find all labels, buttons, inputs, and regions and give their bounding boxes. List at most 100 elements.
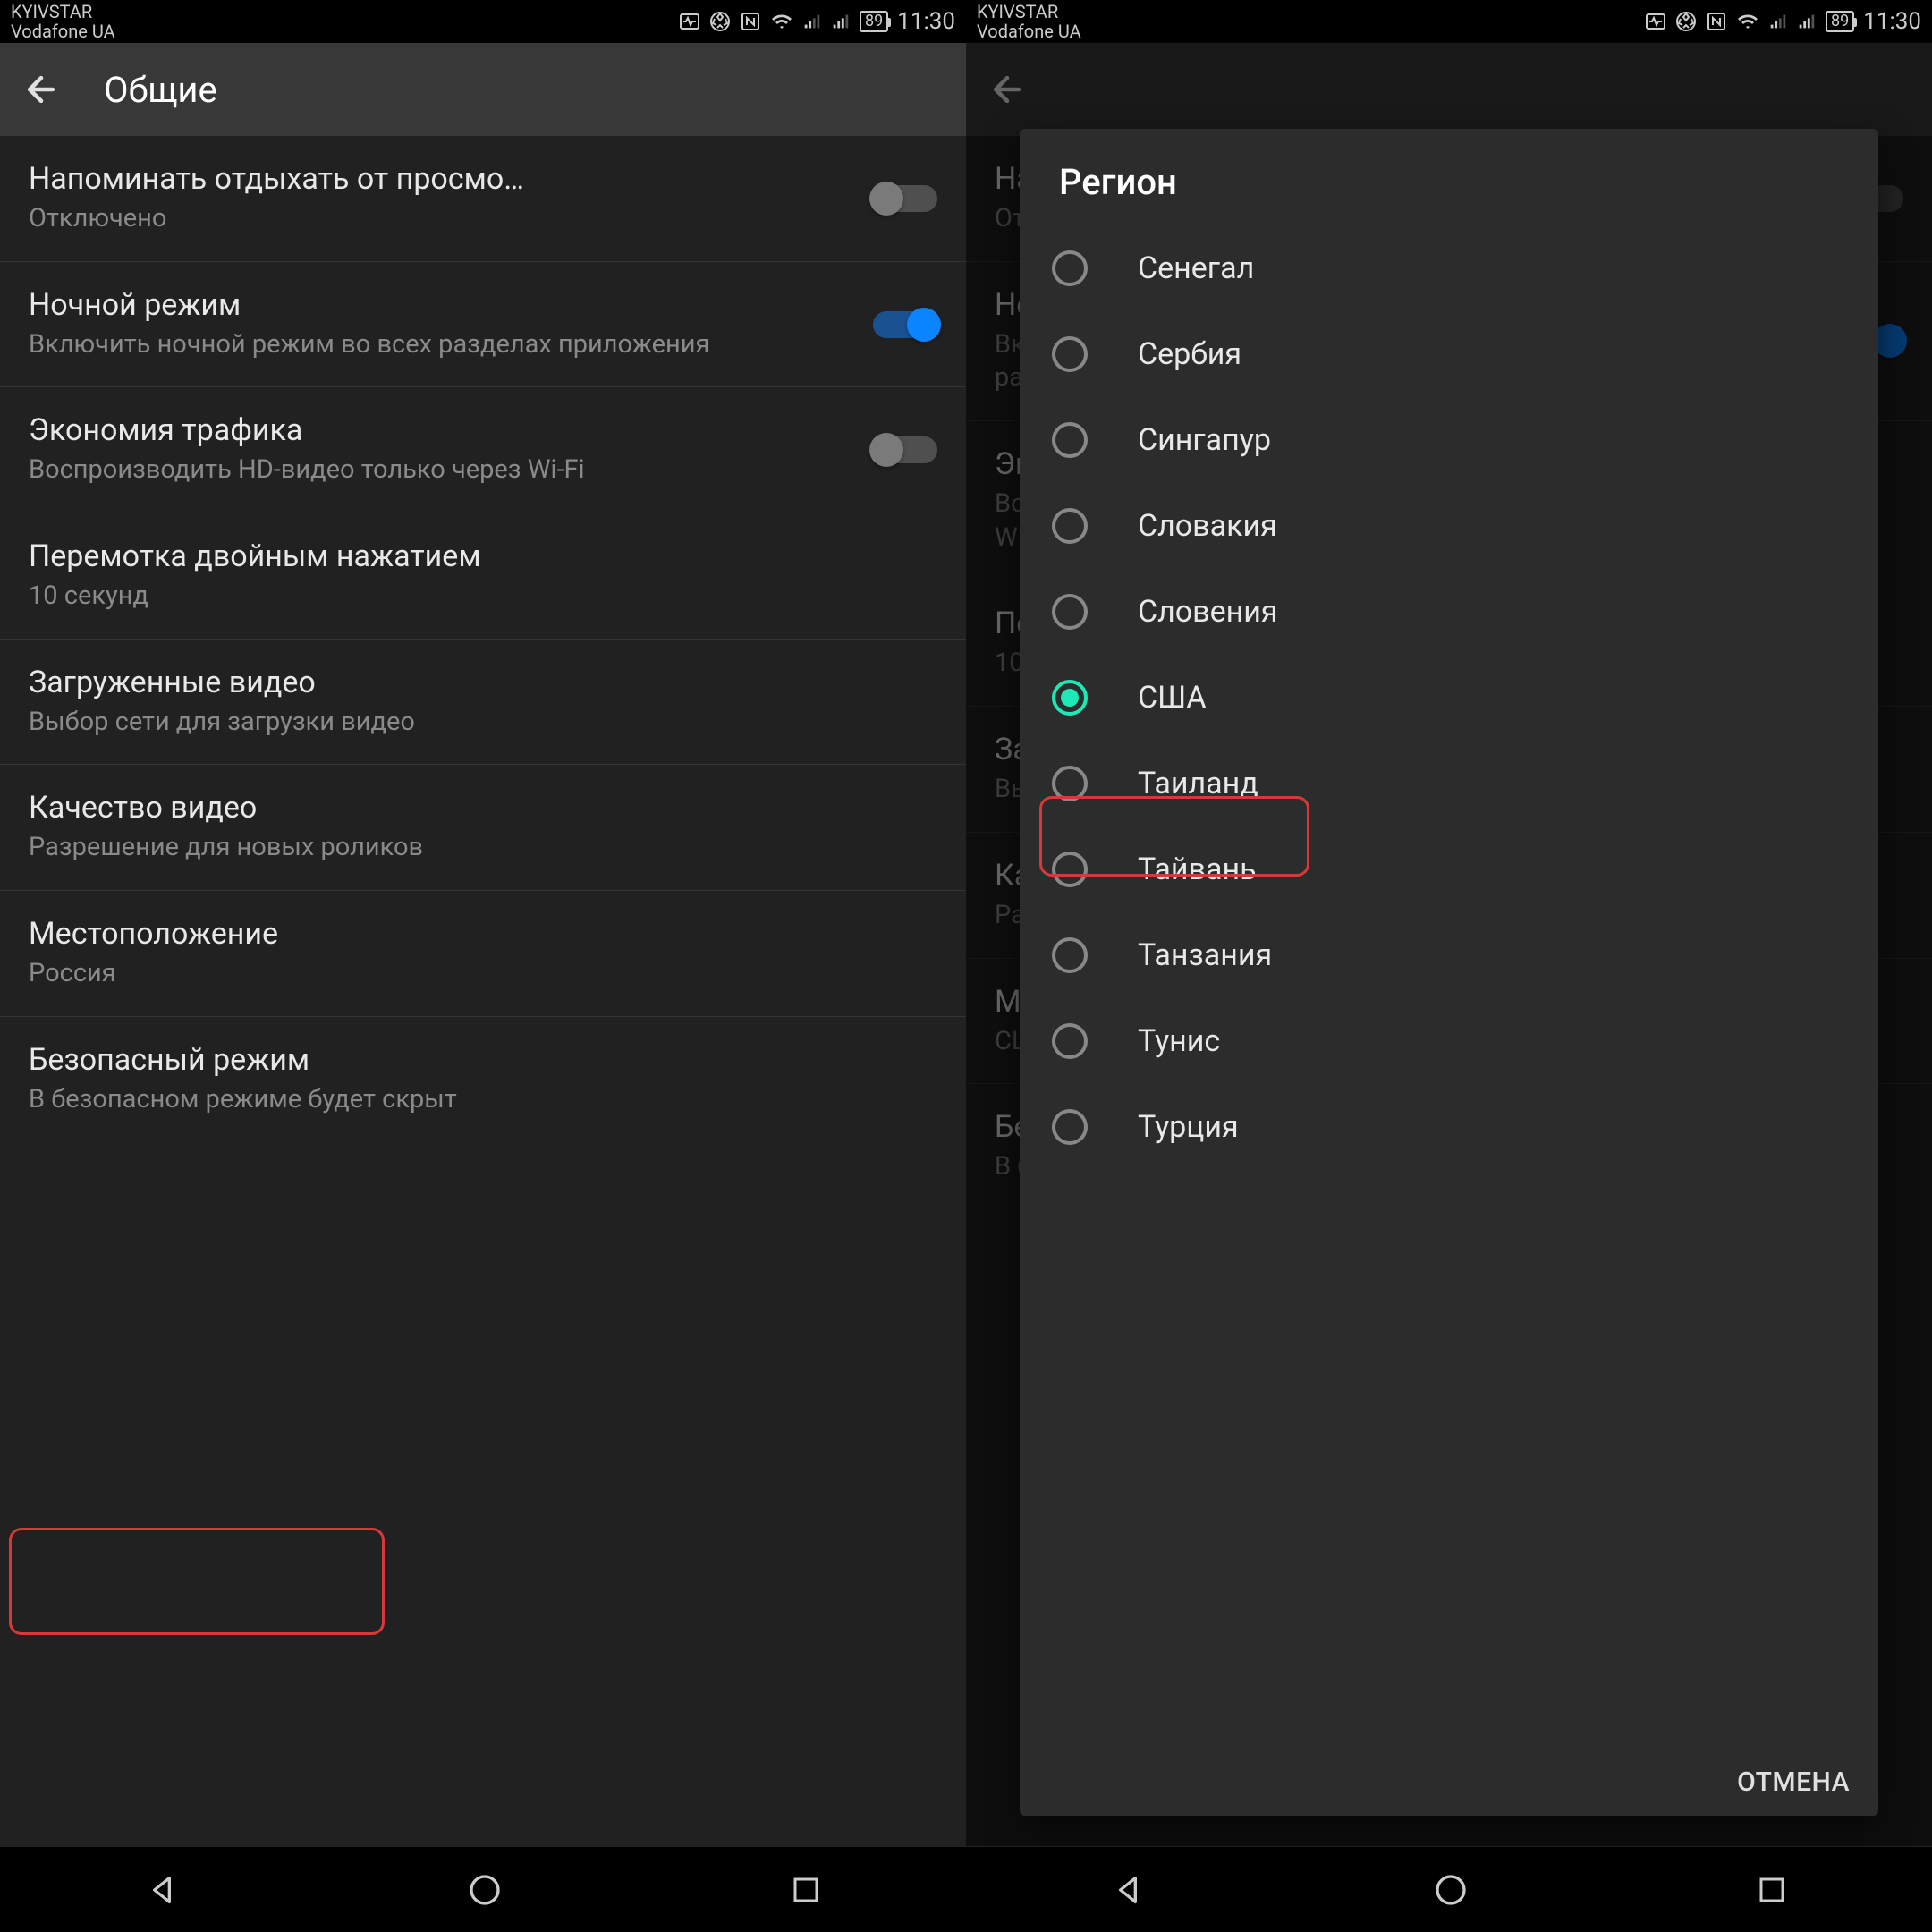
setting-safe-mode[interactable]: Безопасный режим В безопасном режиме буд… (0, 1017, 966, 1142)
signal-2-icon (831, 12, 851, 31)
region-label: Сенегал (1138, 250, 1254, 286)
setting-title: Перемотка двойным нажатием (29, 538, 937, 574)
nav-home-icon[interactable] (467, 1872, 503, 1908)
region-usa[interactable]: США (1020, 655, 1878, 741)
setting-title: Качество видео (29, 790, 937, 826)
region-slovakia[interactable]: Словакия (1020, 483, 1878, 569)
setting-video-quality[interactable]: Качество видео Разрешение для новых роли… (0, 765, 966, 891)
region-dialog: Регион Сенегал Сербия Сингапур Словакия … (1020, 129, 1878, 1816)
setting-sub: Выбор сети для загрузки видео (29, 706, 937, 740)
region-label: Тайвань (1138, 852, 1257, 887)
region-singapore[interactable]: Сингапур (1020, 397, 1878, 483)
football-icon (1675, 11, 1697, 32)
setting-sub: Разрешение для новых роликов (29, 831, 937, 865)
nav-recent-icon[interactable] (790, 1874, 822, 1906)
carrier-2: Vodafone UA (11, 21, 115, 41)
nav-back-icon[interactable] (1110, 1872, 1146, 1908)
region-slovenia[interactable]: Словения (1020, 569, 1878, 655)
region-turkey[interactable]: Турция (1020, 1084, 1878, 1170)
battery-indicator: 89 (1826, 11, 1854, 32)
setting-title: Экономия трафика (29, 412, 855, 448)
region-taiwan[interactable]: Тайвань (1020, 826, 1878, 912)
back-icon[interactable] (21, 70, 61, 109)
football-icon (709, 11, 731, 32)
status-carriers: KYIVSTAR Vodafone UA (977, 2, 1081, 41)
dialog-actions: ОТМЕНА (1020, 1749, 1878, 1816)
nav-recent-icon[interactable] (1756, 1874, 1788, 1906)
region-tunisia[interactable]: Тунис (1020, 998, 1878, 1084)
carrier-1: KYIVSTAR (977, 2, 1081, 21)
heart-monitor-icon (1645, 11, 1666, 32)
radio-icon (1052, 422, 1088, 458)
radio-icon (1052, 508, 1088, 544)
clock: 11:30 (897, 8, 955, 35)
setting-sub: Воспроизводить HD-видео только через Wi-… (29, 453, 855, 487)
radio-icon (1052, 766, 1088, 801)
nav-bar (966, 1846, 1932, 1932)
setting-title: Местоположение (29, 916, 937, 952)
page-title: Общие (104, 69, 217, 111)
toggle-night-mode[interactable] (873, 311, 937, 338)
status-carriers: KYIVSTAR Vodafone UA (11, 2, 115, 41)
status-icons: 89 11:30 (679, 8, 955, 35)
setting-data-saver[interactable]: Экономия трафика Воспроизводить HD-видео… (0, 387, 966, 513)
nfc-icon (1706, 11, 1727, 32)
radio-icon (1052, 1109, 1088, 1145)
setting-sub: Включить ночной режим во всех разделах п… (29, 328, 855, 362)
toggle-data-saver[interactable] (873, 436, 937, 463)
status-bar: KYIVSTAR Vodafone UA 89 11:30 (966, 0, 1932, 43)
setting-remind-break[interactable]: Напоминать отдыхать от просмо… Отключено (0, 136, 966, 262)
region-label: Тунис (1138, 1023, 1220, 1059)
setting-night-mode[interactable]: Ночной режим Включить ночной режим во вс… (0, 262, 966, 388)
region-label: Словакия (1138, 508, 1277, 544)
region-senegal[interactable]: Сенегал (1020, 225, 1878, 311)
settings-list[interactable]: Напоминать отдыхать от просмо… Отключено… (0, 136, 966, 1846)
wifi-icon (1736, 11, 1759, 32)
nav-home-icon[interactable] (1433, 1872, 1469, 1908)
region-serbia[interactable]: Сербия (1020, 311, 1878, 397)
clock: 11:30 (1863, 8, 1921, 35)
radio-icon (1052, 250, 1088, 286)
carrier-2: Vodafone UA (977, 21, 1081, 41)
radio-icon (1052, 336, 1088, 372)
setting-sub: Россия (29, 957, 937, 991)
setting-sub: Отключено (29, 202, 855, 236)
nav-bar (0, 1846, 966, 1932)
status-bar: KYIVSTAR Vodafone UA 89 11:30 (0, 0, 966, 43)
battery-indicator: 89 (860, 11, 888, 32)
radio-icon (1052, 594, 1088, 630)
cancel-button[interactable]: ОТМЕНА (1737, 1767, 1850, 1798)
setting-title: Напоминать отдыхать от просмо… (29, 161, 855, 197)
region-label: Словения (1138, 594, 1278, 630)
setting-title: Безопасный режим (29, 1042, 937, 1078)
region-thailand[interactable]: Таиланд (1020, 741, 1878, 826)
toggle-remind-break[interactable] (873, 185, 937, 212)
region-label: Сингапур (1138, 422, 1271, 458)
radio-icon (1052, 852, 1088, 887)
radio-icon-selected (1052, 680, 1088, 716)
signal-2-icon (1797, 12, 1817, 31)
region-tanzania[interactable]: Танзания (1020, 912, 1878, 998)
status-icons: 89 11:30 (1645, 8, 1921, 35)
region-label: США (1138, 680, 1207, 716)
dialog-title: Регион (1020, 129, 1878, 225)
signal-1-icon (802, 12, 822, 31)
nav-back-icon[interactable] (144, 1872, 180, 1908)
signal-1-icon (1768, 12, 1788, 31)
setting-sub: 10 секунд (29, 580, 937, 614)
radio-icon (1052, 937, 1088, 973)
nfc-icon (740, 11, 761, 32)
setting-location[interactable]: Местоположение Россия (0, 891, 966, 1017)
setting-title: Ночной режим (29, 287, 855, 323)
region-label: Танзания (1138, 937, 1272, 973)
heart-monitor-icon (679, 11, 700, 32)
header: Общие (0, 43, 966, 136)
region-list[interactable]: Сенегал Сербия Сингапур Словакия Словени… (1020, 225, 1878, 1749)
region-label: Таиланд (1138, 766, 1258, 801)
setting-title: Загруженные видео (29, 665, 937, 700)
setting-double-tap-seek[interactable]: Перемотка двойным нажатием 10 секунд (0, 513, 966, 640)
screen-left: KYIVSTAR Vodafone UA 89 11:30 Общие Напо… (0, 0, 966, 1932)
wifi-icon (770, 11, 793, 32)
region-label: Сербия (1138, 336, 1241, 372)
setting-downloads[interactable]: Загруженные видео Выбор сети для загрузк… (0, 640, 966, 766)
